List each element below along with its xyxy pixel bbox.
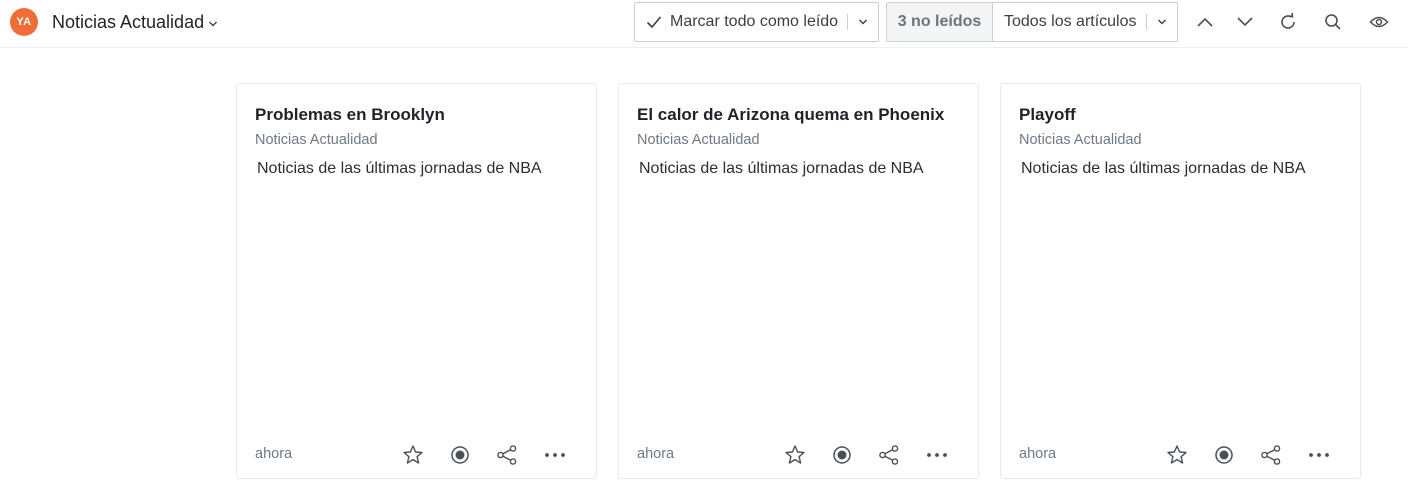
all-articles-label: Todos los artículos [1004,13,1137,30]
save-article-button[interactable] [1163,441,1191,469]
article-time: ahora [255,446,293,462]
more-options-button[interactable] [923,441,951,469]
chevron-down-icon [209,21,218,26]
all-articles-dropdown[interactable]: Todos los artículos [993,3,1177,41]
search-icon [1325,14,1341,30]
search-button[interactable] [1320,9,1346,35]
article-title[interactable]: Playoff [1019,105,1076,125]
mark-all-read-label: Marcar todo como leído [670,13,839,30]
mark-read-circle-icon [451,446,469,464]
mark-read-button[interactable] [1210,441,1238,469]
star-icon [1167,445,1187,464]
share-button[interactable] [493,441,521,469]
article-card[interactable]: El calor de Arizona quema en Phoenix Not… [618,83,979,479]
article-time: ahora [637,446,675,462]
more-options-icon [1309,453,1329,457]
share-icon [497,445,517,465]
filter-options-caret[interactable] [1147,3,1177,41]
save-article-button[interactable] [781,441,809,469]
star-icon [403,445,423,464]
refresh-button[interactable] [1275,9,1301,35]
article-filter-group: 3 no leídos Todos los artículos [886,2,1178,42]
chevron-down-icon [1157,19,1166,25]
refresh-icon [1281,12,1295,29]
feed-avatar: YA [10,8,38,36]
share-icon [879,445,899,465]
next-article-button[interactable] [1232,9,1258,35]
article-title[interactable]: El calor de Arizona quema en Phoenix [637,105,944,125]
mark-read-options-button[interactable] [848,3,878,41]
article-description: Noticias de las últimas jornadas de NBA [639,160,924,177]
feed-title: Noticias Actualidad [52,11,205,32]
share-button[interactable] [1257,441,1285,469]
feed-title-dropdown[interactable]: Noticias Actualidad [52,10,218,34]
mark-read-button[interactable] [446,441,474,469]
mark-read-circle-icon [833,446,851,464]
article-time: ahora [1019,446,1057,462]
article-card[interactable]: Problemas en Brooklyn Noticias Actualida… [236,83,597,479]
star-icon [785,445,805,464]
share-button[interactable] [875,441,903,469]
more-options-icon [927,453,947,457]
article-description: Noticias de las últimas jornadas de NBA [1021,160,1306,177]
chevron-down-icon [1237,17,1253,27]
article-description: Noticias de las últimas jornadas de NBA [257,160,542,177]
mark-read-circle-icon [1215,446,1233,464]
save-article-button[interactable] [399,441,427,469]
article-card[interactable]: Playoff Noticias Actualidad Noticias de … [1000,83,1361,479]
mark-all-read-button[interactable]: Marcar todo como leído [635,3,847,41]
mark-all-read-group: Marcar todo como leído [634,2,879,42]
check-icon [646,16,662,29]
article-source: Noticias Actualidad [255,132,378,148]
article-source: Noticias Actualidad [1019,132,1142,148]
article-title[interactable]: Problemas en Brooklyn [255,105,445,125]
chevron-down-icon [859,19,868,25]
chevron-up-icon [1197,17,1213,27]
view-options-button[interactable] [1366,9,1392,35]
mark-read-button[interactable] [828,441,856,469]
more-options-button[interactable] [541,441,569,469]
previous-article-button[interactable] [1192,9,1218,35]
more-options-icon [545,453,565,457]
unread-count-button[interactable]: 3 no leídos [887,3,993,41]
top-toolbar: YA Noticias Actualidad Marcar todo como … [0,0,1408,48]
article-source: Noticias Actualidad [637,132,760,148]
eye-icon [1369,16,1389,28]
more-options-button[interactable] [1305,441,1333,469]
share-icon [1261,445,1281,465]
